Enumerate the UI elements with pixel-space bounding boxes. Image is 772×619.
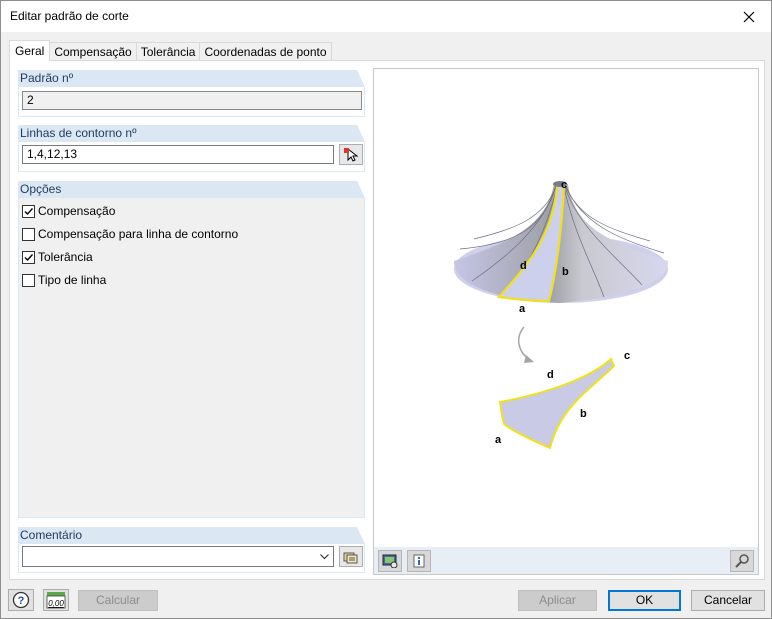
- pattern-number-group: Padrão nº 2: [18, 70, 365, 117]
- label-a-top: a: [519, 303, 526, 315]
- options-header: Opções: [18, 181, 365, 198]
- cancel-button[interactable]: Cancelar: [691, 590, 765, 611]
- option-compensacao-contorno[interactable]: Compensação para linha de contorno: [22, 226, 238, 242]
- tab-compensacao[interactable]: Compensação: [49, 42, 137, 61]
- option-compensacao-label: Compensação: [38, 204, 116, 218]
- dialog-window: Editar padrão de corte Geral Compensação…: [0, 0, 772, 619]
- preview-view-button[interactable]: [378, 550, 402, 572]
- library-icon: [343, 552, 358, 563]
- option-compensacao[interactable]: Compensação: [22, 203, 115, 219]
- screen-view-icon: [382, 554, 398, 568]
- boundary-lines-group: Linhas de contorno nº 1,4,12,13: [18, 125, 365, 172]
- preview-info-button[interactable]: [407, 550, 431, 572]
- tab-tolerancia[interactable]: Tolerância: [135, 42, 201, 61]
- boundary-lines-header: Linhas de contorno nº: [18, 125, 365, 142]
- option-tipo-linha[interactable]: Tipo de linha: [22, 272, 106, 288]
- comment-combo[interactable]: [22, 546, 334, 567]
- window-title: Editar padrão de corte: [10, 9, 129, 23]
- label-b-bottom: b: [580, 408, 587, 420]
- tab-strip: Geral Compensação Tolerância Coordenadas…: [9, 40, 332, 61]
- help-button[interactable]: ?: [8, 589, 34, 611]
- preview-zoom-button[interactable]: [730, 550, 754, 572]
- label-d-top: d: [520, 260, 527, 272]
- calculate-button[interactable]: Calcular: [78, 590, 158, 611]
- option-tipo-linha-label: Tipo de linha: [38, 273, 107, 287]
- checkbox-compensacao-contorno[interactable]: [22, 227, 35, 241]
- dialog-footer: ? 0,00 Calcular Aplicar OK Cancelar: [1, 584, 771, 618]
- tab-geral[interactable]: Geral: [9, 40, 51, 61]
- checkbox-tolerancia[interactable]: [22, 250, 35, 264]
- help-icon: ?: [12, 591, 30, 609]
- comment-library-button[interactable]: [339, 546, 363, 567]
- title-bar: Editar padrão de corte: [1, 1, 771, 32]
- option-compensacao-contorno-label: Compensação para linha de contorno: [38, 227, 239, 241]
- checkmark-icon: [24, 207, 34, 215]
- close-icon: [743, 11, 755, 22]
- pattern-number-field: 2: [22, 91, 362, 110]
- decimal-places-icon: 0,00: [46, 592, 66, 609]
- preview-toolbar: [374, 547, 758, 574]
- pick-lines-button[interactable]: [339, 144, 363, 165]
- tab-coordenadas[interactable]: Coordenadas de ponto: [199, 42, 332, 61]
- preview-panel: c d b a c d b a: [373, 68, 759, 575]
- label-b-top: b: [562, 266, 569, 278]
- pick-cursor-icon: [344, 147, 359, 162]
- ok-button[interactable]: OK: [608, 590, 681, 611]
- chevron-down-icon[interactable]: [316, 547, 333, 566]
- decimal-places-text: 0,00: [48, 599, 64, 608]
- label-c-top: c: [561, 179, 567, 191]
- checkbox-compensacao[interactable]: [22, 204, 35, 218]
- flattened-pattern: [498, 357, 616, 450]
- cutting-pattern-figure: c d b a c d b a: [454, 179, 668, 450]
- comment-header: Comentário: [18, 527, 365, 544]
- close-button[interactable]: [727, 1, 771, 32]
- svg-text:?: ?: [18, 595, 25, 607]
- info-icon: [413, 554, 425, 568]
- boundary-lines-input[interactable]: 1,4,12,13: [22, 145, 334, 164]
- flatten-arrow: [517, 326, 533, 362]
- option-tolerancia-label: Tolerância: [38, 250, 93, 264]
- label-a-bottom: a: [495, 434, 502, 446]
- label-c-bottom: c: [624, 350, 630, 362]
- tab-panel-geral: Padrão nº 2 Linhas de contorno nº 1,4,12…: [9, 60, 765, 580]
- label-d-bottom: d: [547, 369, 554, 381]
- checkbox-tipo-linha[interactable]: [22, 273, 35, 287]
- pattern-number-header: Padrão nº: [18, 70, 365, 87]
- checkmark-icon: [24, 253, 34, 261]
- option-tolerancia[interactable]: Tolerância: [22, 249, 93, 265]
- options-group: Opções Compensação Compensação para linh…: [18, 181, 365, 518]
- apply-button[interactable]: Aplicar: [518, 590, 597, 611]
- comment-group: Comentário: [18, 527, 365, 573]
- units-button[interactable]: 0,00: [43, 589, 69, 611]
- zoom-icon: [735, 554, 749, 568]
